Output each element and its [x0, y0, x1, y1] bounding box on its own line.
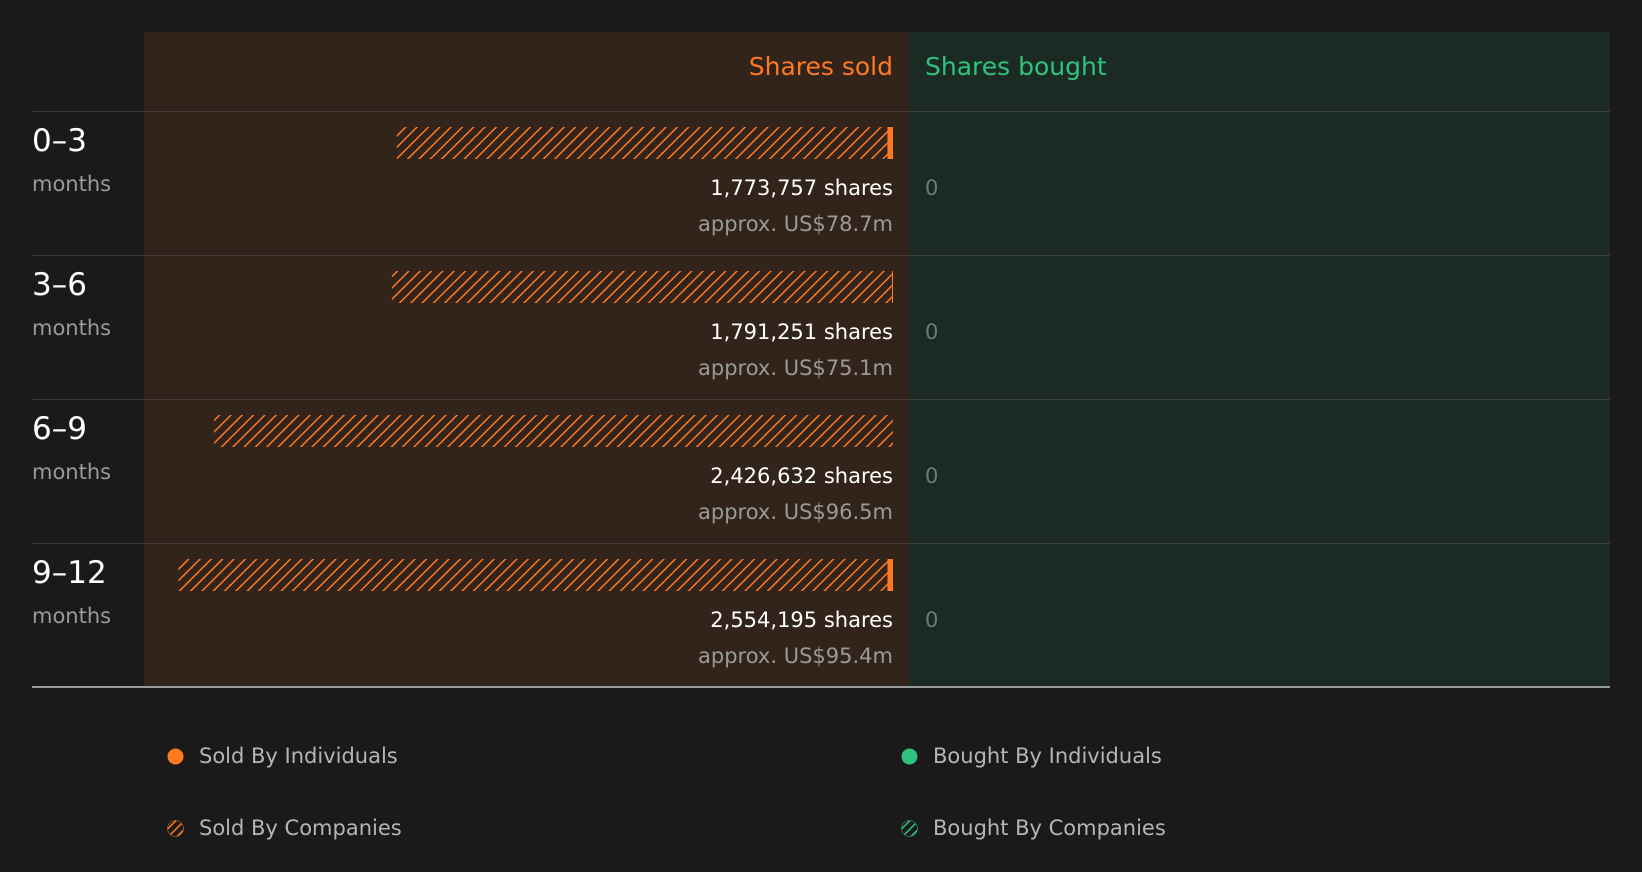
legend-label: Bought By Companies	[933, 816, 1166, 840]
legend-label: Sold By Companies	[199, 816, 402, 840]
legend-sold-individuals: Sold By Individuals	[167, 744, 398, 768]
insider-trading-chart: Shares sold Shares bought 0–3 months 1,7…	[0, 0, 1642, 872]
bar-sold-individuals	[887, 127, 893, 159]
sold-companies-swatch-icon	[167, 819, 184, 837]
bar-sold-companies	[214, 415, 893, 447]
legend-bought-individuals: Bought By Individuals	[901, 744, 1162, 768]
legend-label: Bought By Individuals	[933, 744, 1162, 768]
bought-individuals-swatch-icon	[901, 748, 918, 764]
legend-sold-companies: Sold By Companies	[167, 816, 402, 840]
legend-bought-companies: Bought By Companies	[901, 816, 1166, 840]
bar-sold-individuals	[887, 559, 893, 591]
sold-individuals-swatch-icon	[167, 748, 184, 764]
bars-layer	[178, 127, 893, 591]
bar-sold-companies	[396, 127, 888, 159]
bought-companies-swatch-icon	[901, 819, 918, 837]
legend-label: Sold By Individuals	[199, 744, 398, 768]
bar-sold-companies	[178, 559, 888, 591]
bar-sold-individuals	[891, 271, 893, 303]
bar-sold-companies	[391, 271, 892, 303]
